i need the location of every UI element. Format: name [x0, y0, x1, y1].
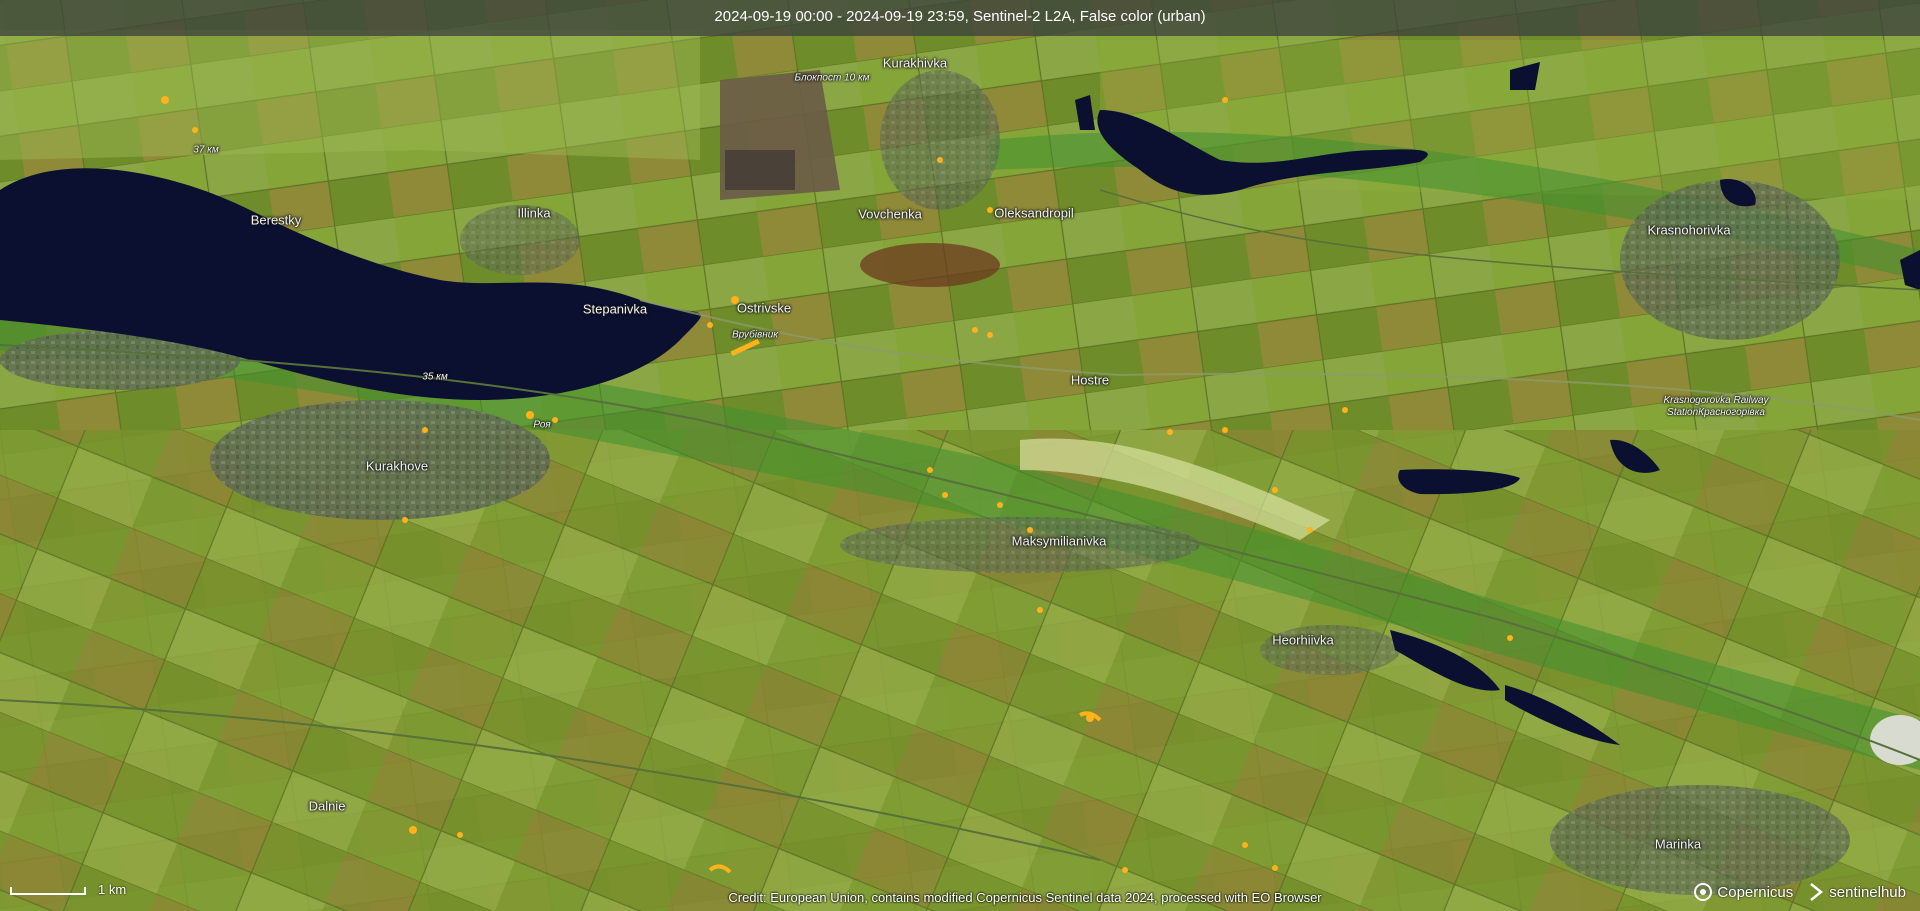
- scale-bar-label: 1 km: [98, 882, 127, 897]
- label-dalnie: Dalnie: [308, 798, 346, 814]
- scale-bar-line: [10, 887, 86, 895]
- label-vrubivnyk: Врубівник: [732, 329, 778, 341]
- label-heorhiivka: Heorhiivka: [1272, 632, 1334, 648]
- provider-logos: Copernicus sentinelhub: [1693, 877, 1906, 907]
- attribution-credit: Credit: European Union, contains modifie…: [728, 890, 1322, 905]
- label-37km: 37 км: [193, 144, 219, 156]
- copernicus-icon: [1694, 883, 1713, 901]
- label-hostre: Hostre: [1070, 372, 1110, 388]
- satellite-map[interactable]: [0, 0, 1920, 911]
- label-blokpost: Блокпост 10 км: [794, 72, 870, 84]
- sentinelhub-logo-text: sentinelhub: [1829, 883, 1906, 901]
- label-kurakhove: Kurakhove: [365, 458, 429, 474]
- label-krasnohorivka: Krasnohorivka: [1647, 222, 1731, 238]
- sentinelhub-icon: [1810, 883, 1824, 901]
- label-roia: Роя: [533, 419, 551, 431]
- label-kurakhivka: Kurakhivka: [882, 55, 948, 71]
- label-ostrivske: Ostrivske: [736, 300, 792, 316]
- label-illinka: Illinka: [517, 205, 551, 221]
- copernicus-logo-text: Copernicus: [1717, 883, 1794, 901]
- label-maksymilianivka: Maksymilianivka: [1011, 533, 1107, 549]
- label-oleksandropil: Oleksandropil: [994, 205, 1074, 221]
- label-vovchenka: Vovchenka: [858, 206, 922, 222]
- label-35km: 35 км: [422, 371, 448, 383]
- sentinelhub-logo[interactable]: sentinelhub: [1807, 882, 1906, 902]
- label-marinka: Marinka: [1654, 836, 1702, 852]
- map-date-header: 2024-09-19 00:00 - 2024-09-19 23:59, Sen…: [0, 0, 1920, 36]
- label-berestky: Berestky: [250, 212, 302, 228]
- scale-bar: 1 km: [10, 879, 150, 899]
- label-stepanivka: Stepanivka: [582, 301, 648, 317]
- label-railway-station: Krasnogorovka Railway StationКрасногорів…: [1663, 395, 1769, 418]
- copernicus-logo[interactable]: Copernicus: [1693, 882, 1793, 902]
